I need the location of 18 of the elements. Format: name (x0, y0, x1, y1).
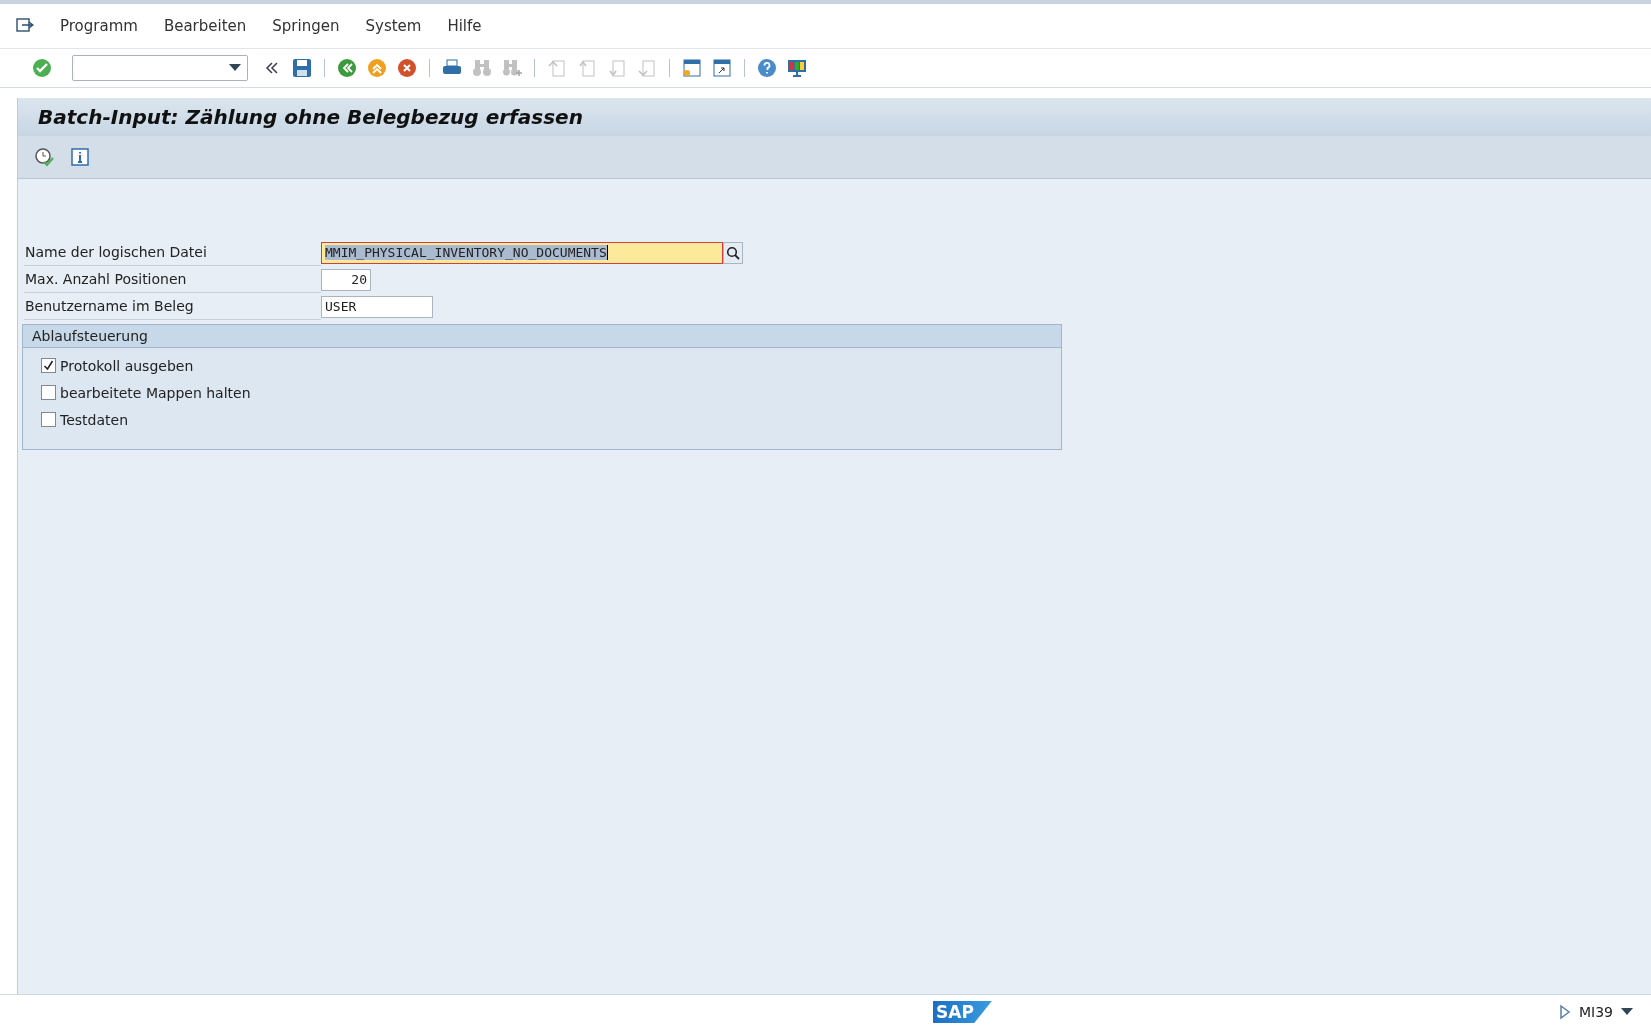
input-field[interactable]: 20 (321, 268, 371, 291)
group-title: Ablaufsteuerung (23, 325, 1061, 348)
menu-item[interactable]: Programm (60, 17, 138, 35)
menu-item[interactable]: Hilfe (447, 17, 482, 35)
checkbox-label: bearbeitete Mappen halten (60, 384, 251, 401)
input-field[interactable]: MMIM_PHYSICAL_INVENTORY_NO_DOCUMENTS (321, 241, 723, 264)
input-field[interactable]: USER (321, 295, 433, 318)
checkbox-label: Protokoll ausgeben (60, 357, 194, 374)
checkbox-label: Testdaten (60, 411, 128, 428)
menu-item[interactable]: Springen (272, 17, 340, 35)
logo: SAP (933, 1001, 992, 1023)
transaction-code: MI39 (1578, 1004, 1613, 1020)
menu-item[interactable]: System (365, 17, 422, 35)
screen-title: Batch-Input: Zählung ohne Belegbezug erfassen (18, 98, 1651, 136)
field-label: Max. Anzahl Positionen (24, 266, 321, 293)
menu-item[interactable]: Bearbeiten (163, 17, 247, 35)
field-label: Name der logischen Datei (24, 239, 321, 266)
field-label: Benutzername im Beleg (24, 293, 321, 320)
